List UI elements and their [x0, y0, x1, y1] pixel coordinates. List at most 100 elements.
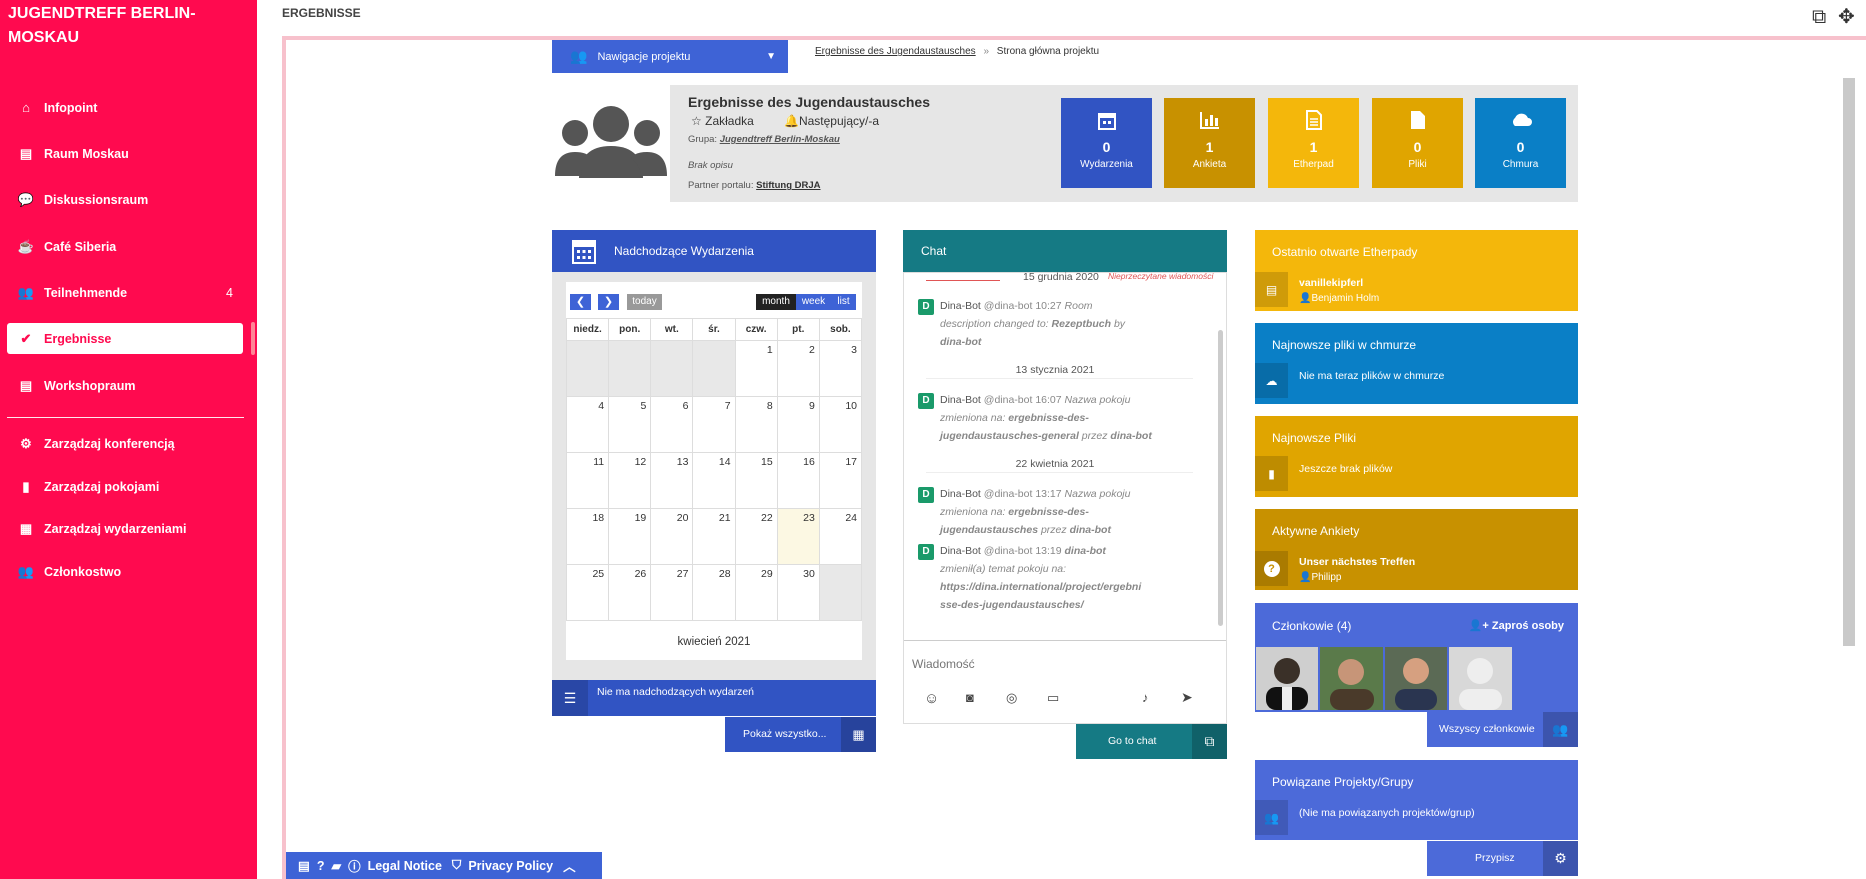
etherpad-item[interactable]: vanillekipferl: [1299, 277, 1363, 289]
legal-notice-link[interactable]: Legal Notice: [368, 859, 442, 873]
users-icon: 👥: [570, 48, 588, 64]
calendar-day[interactable]: 1: [734, 340, 778, 397]
weekday-header: wt.: [650, 318, 694, 341]
calendar-day[interactable]: [692, 340, 736, 397]
tile-polls[interactable]: 1 Ankieta: [1164, 98, 1255, 188]
chevron-up-icon[interactable]: ︿: [563, 856, 576, 875]
calendar-day[interactable]: 17: [818, 452, 863, 509]
show-all-events-button[interactable]: Pokaż wszystko... ▦: [725, 717, 876, 752]
book-icon[interactable]: ▰: [331, 858, 341, 873]
microphone-icon[interactable]: ♪: [1142, 690, 1149, 705]
group-link[interactable]: Jugendtreff Berlin-Moskau: [720, 134, 840, 145]
calendar-day[interactable]: 26: [608, 564, 652, 621]
calendar-day[interactable]: 4: [565, 396, 610, 453]
calendar-day[interactable]: 9: [776, 396, 820, 453]
thread-icon[interactable]: ◎: [1006, 690, 1017, 706]
calendar-day[interactable]: 29: [734, 564, 778, 621]
open-external-icon[interactable]: ⧉: [1812, 6, 1826, 29]
calendar-day[interactable]: [818, 564, 863, 621]
calendar-day[interactable]: 24: [818, 508, 863, 565]
calendar-day[interactable]: 21: [692, 508, 736, 565]
help-icon[interactable]: ?: [317, 859, 325, 873]
partner-link[interactable]: Stiftung DRJA: [756, 180, 820, 191]
calendar-day[interactable]: 23: [776, 508, 820, 565]
member-avatar[interactable]: [1320, 647, 1383, 710]
send-icon[interactable]: ➤: [1181, 689, 1193, 706]
member-avatar[interactable]: [1385, 647, 1447, 710]
frame-scrollbar[interactable]: [1843, 78, 1855, 646]
member-avatar[interactable]: [1449, 647, 1512, 710]
screen-share-icon[interactable]: ▭: [1047, 690, 1059, 706]
calendar-day[interactable]: 20: [650, 508, 694, 565]
follow-button[interactable]: 🔔Następujący/-a: [784, 114, 879, 128]
calendar-day[interactable]: 15: [734, 452, 778, 509]
files-title: Najnowsze Pliki: [1272, 431, 1357, 445]
sidebar-item-manage-conference[interactable]: ⚙ Zarządzaj konferencją: [7, 428, 243, 459]
sidebar: JUGENDTREFF BERLIN-MOSKAU ⌂ Infopoint ▤ Ra…: [0, 0, 257, 879]
calendar-day[interactable]: 16: [776, 452, 820, 509]
document-icon[interactable]: ▤: [298, 858, 310, 873]
pin-button[interactable]: Przypisz ⚙: [1427, 841, 1578, 876]
pin-label: Przypisz: [1475, 852, 1515, 864]
bookmark-button[interactable]: ☆ Zakładka: [691, 114, 754, 128]
calendar-week-button[interactable]: week: [796, 294, 831, 310]
calendar-month-button[interactable]: month: [756, 294, 796, 310]
sidebar-item-teilnehmende[interactable]: 👥 Teilnehmende 4: [7, 277, 243, 308]
calendar-day[interactable]: [608, 340, 652, 397]
calendar-day[interactable]: 27: [650, 564, 694, 621]
poll-item[interactable]: Unser nächstes Treffen: [1299, 556, 1415, 568]
move-icon[interactable]: ✥: [1838, 4, 1855, 29]
calendar-day[interactable]: 5: [608, 396, 652, 453]
member-avatar[interactable]: [1256, 647, 1318, 710]
project-nav-dropdown[interactable]: 👥 Nawigacje projektu ▼: [552, 40, 788, 73]
tile-etherpad[interactable]: 1 Etherpad: [1268, 98, 1359, 188]
tile-events[interactable]: 0 Wydarzenia: [1061, 98, 1152, 188]
calendar-day[interactable]: 7: [692, 396, 736, 453]
sidebar-item-infopoint[interactable]: ⌂ Infopoint: [7, 92, 243, 123]
calendar-day[interactable]: 22: [734, 508, 778, 565]
calendar-prev-button[interactable]: ❮: [570, 294, 591, 310]
emoji-icon[interactable]: ☺: [924, 690, 939, 707]
sidebar-item-manage-events[interactable]: ▦ Zarządzaj wydarzeniami: [7, 513, 243, 544]
invite-button[interactable]: 👤+ Zaproś osoby: [1469, 619, 1564, 632]
tile-files[interactable]: 0 Pliki: [1372, 98, 1463, 188]
sidebar-item-membership[interactable]: 👥 Członkostwo: [7, 556, 243, 587]
sidebar-item-raum-moskau[interactable]: ▤ Raum Moskau: [7, 138, 243, 169]
brand-title[interactable]: JUGENDTREFF BERLIN-MOSKAU: [8, 2, 248, 50]
calendar-day[interactable]: 28: [692, 564, 736, 621]
calendar-day[interactable]: 14: [692, 452, 736, 509]
chat-message-input[interactable]: [912, 652, 1212, 676]
sidebar-item-workshopraum[interactable]: ▤ Workshopraum: [7, 370, 243, 401]
calendar-day[interactable]: 11: [565, 452, 610, 509]
files-panel: Najnowsze Pliki ▮ Jeszcze brak plików: [1255, 416, 1578, 497]
calendar-day[interactable]: 2: [776, 340, 820, 397]
video-icon[interactable]: ◙: [966, 690, 974, 705]
sidebar-item-manage-rooms[interactable]: ▮ Zarządzaj pokojami: [7, 471, 243, 502]
calendar-day[interactable]: 25: [565, 564, 610, 621]
calendar-day[interactable]: 10: [818, 396, 863, 453]
sidebar-item-ergebnisse[interactable]: ✔ Ergebnisse: [7, 323, 243, 354]
calendar-day[interactable]: 8: [734, 396, 778, 453]
calendar-day[interactable]: 3: [818, 340, 863, 397]
calendar-day[interactable]: 19: [608, 508, 652, 565]
sidebar-item-cafe-siberia[interactable]: ☕ Café Siberia: [7, 231, 243, 262]
calendar-day[interactable]: [565, 340, 610, 397]
calendar-day[interactable]: 18: [565, 508, 610, 565]
chat-scrollbar[interactable]: [1218, 330, 1223, 626]
all-members-button[interactable]: Wszyscy członkowie 👥: [1427, 712, 1578, 747]
calendar-day[interactable]: [650, 340, 694, 397]
sidebar-item-diskussionsraum[interactable]: 💬 Diskussionsraum: [7, 184, 243, 215]
calendar-today-button[interactable]: today: [627, 294, 662, 310]
go-to-chat-button[interactable]: Go to chat ⧉: [1076, 724, 1227, 759]
calendar-list-button[interactable]: list: [831, 294, 856, 310]
calendar-day[interactable]: 6: [650, 396, 694, 453]
sidebar-scrollbar[interactable]: [251, 322, 255, 355]
calendar-day[interactable]: 30: [776, 564, 820, 621]
calendar-day[interactable]: 12: [608, 452, 652, 509]
calendar-next-button[interactable]: ❯: [598, 294, 619, 310]
chat-message: D Dina-Bot @dina-bot 16:07 Nazwa pokoju …: [918, 391, 1190, 445]
tile-cloud[interactable]: 0 Chmura: [1475, 98, 1566, 188]
calendar-day[interactable]: 13: [650, 452, 694, 509]
privacy-policy-link[interactable]: Privacy Policy: [468, 859, 553, 873]
breadcrumb-link[interactable]: Ergebnisse des Jugendaustausches: [815, 46, 976, 57]
